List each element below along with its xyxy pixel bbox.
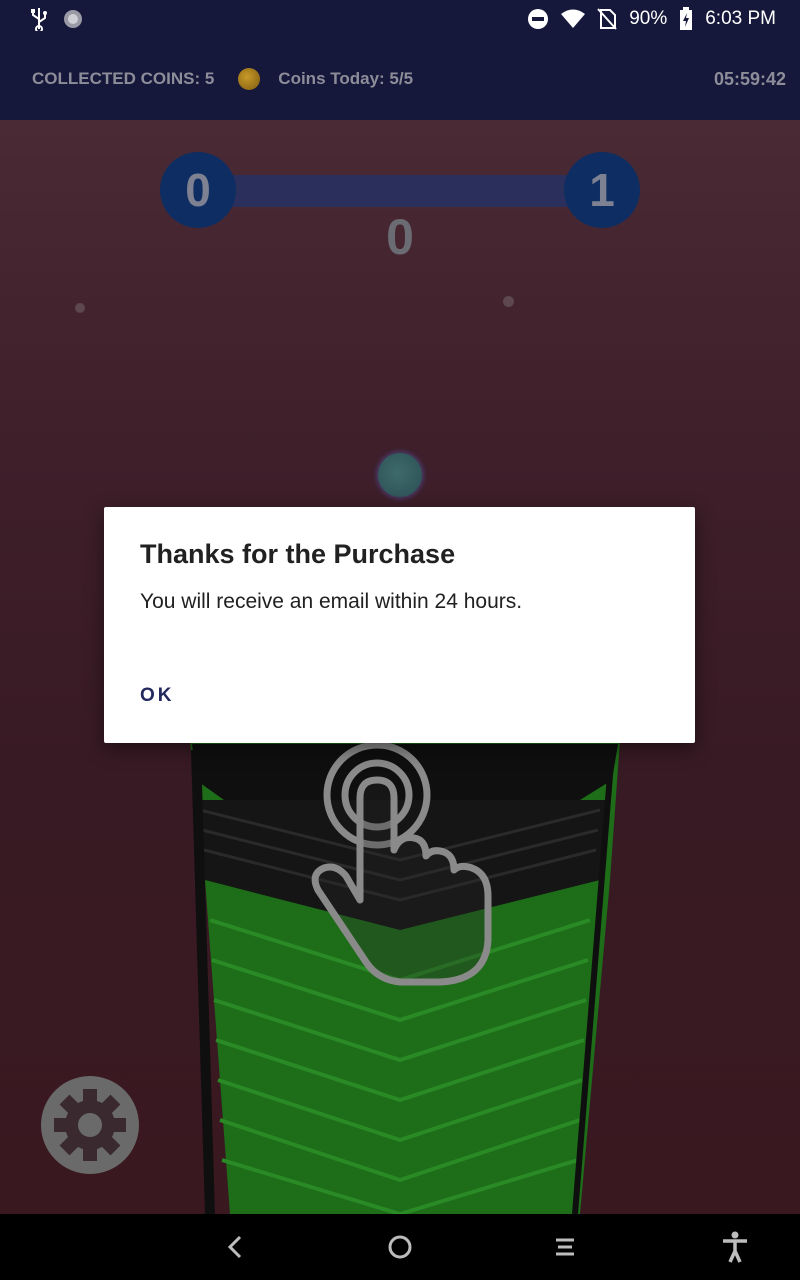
- clock: 6:03 PM: [705, 8, 776, 29]
- usb-icon: [30, 7, 48, 31]
- coin-icon: [238, 68, 261, 90]
- dialog-title: Thanks for the Purchase: [140, 539, 456, 569]
- accessibility-icon[interactable]: [705, 1214, 765, 1280]
- battery-charging-icon: [679, 7, 693, 31]
- collected-coins-label: COLLECTED COINS: 5: [32, 69, 215, 88]
- purchase-confirmation-dialog: Thanks for the Purchase You will receive…: [104, 507, 695, 743]
- battery-percent: 90%: [629, 8, 668, 29]
- settings-gear-icon[interactable]: [40, 1075, 140, 1175]
- do-not-disturb-icon: [527, 8, 549, 30]
- back-icon[interactable]: [205, 1214, 265, 1280]
- navigation-bar: [0, 1214, 800, 1280]
- tap-hand-icon: [311, 741, 492, 986]
- countdown-timer: 05:59:42: [713, 68, 786, 89]
- no-sim-icon: [597, 8, 617, 30]
- dialog-message: You will receive an email within 24 hour…: [140, 590, 523, 613]
- wifi-icon: [561, 9, 586, 29]
- status-bar: 90% 6:03 PM: [0, 0, 800, 38]
- home-icon[interactable]: [370, 1214, 430, 1280]
- coins-today-label: Coins Today: 5/5: [278, 69, 414, 88]
- game-header: COLLECTED COINS: 5 Coins Today: 5/5 05:5…: [0, 38, 800, 120]
- recents-icon[interactable]: [535, 1214, 595, 1280]
- ok-button[interactable]: OK: [140, 685, 175, 707]
- sync-icon: [62, 8, 84, 30]
